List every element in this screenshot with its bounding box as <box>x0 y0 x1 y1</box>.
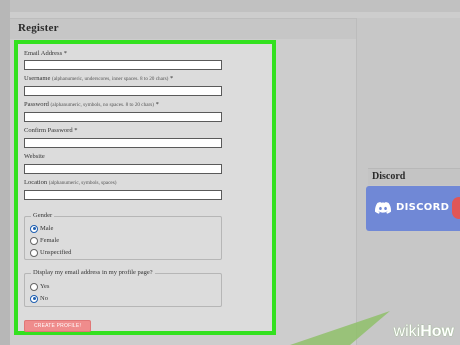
wikihow-leaf-icon <box>290 311 390 345</box>
password-label: Password (alphanumeric, symbols, no spac… <box>24 101 159 108</box>
gender-option-unspecified-label: Unspecified <box>40 249 72 256</box>
discord-online-badge <box>452 197 460 219</box>
username-label-text: Username <box>24 75 51 82</box>
wikihow-wiki: wiki <box>393 323 421 340</box>
username-label: Username (alphanumeric, underscores, inn… <box>24 75 173 82</box>
display-email-option-yes[interactable]: Yes <box>30 282 49 291</box>
gender-option-unspecified[interactable]: Unspecified <box>30 248 71 257</box>
password-field[interactable] <box>24 112 222 122</box>
confirm-password-field[interactable] <box>24 138 222 148</box>
password-required-mark: * <box>155 101 159 108</box>
left-strip <box>0 0 10 345</box>
radio-checked-icon[interactable] <box>30 224 38 233</box>
password-hint: (alphanumeric, symbols, no spaces. 8 to … <box>50 102 154 108</box>
display-email-legend: Display my email address in my profile p… <box>31 269 155 276</box>
display-email-option-no[interactable]: No <box>30 294 48 303</box>
discord-logo-icon <box>375 202 392 214</box>
create-profile-button[interactable]: CREATE PROFILE! <box>24 320 91 332</box>
radio-checked-icon[interactable] <box>30 294 38 303</box>
wikihow-watermark: wikiHow <box>394 323 454 341</box>
top-band <box>0 0 460 12</box>
confirm-password-label-text: Confirm Password <box>24 127 73 134</box>
gender-option-female-label: Female <box>40 237 60 244</box>
display-email-option-yes-label: Yes <box>40 283 50 290</box>
discord-title: Discord <box>372 171 406 182</box>
location-hint: (alphanumeric, symbols, spaces) <box>48 180 117 186</box>
location-label: Location (alphanumeric, symbols, spaces) <box>24 179 116 186</box>
gender-option-male[interactable]: Male <box>30 224 53 233</box>
email-field[interactable] <box>24 60 222 70</box>
register-title: Register <box>18 22 59 34</box>
register-header: Register <box>10 18 356 39</box>
discord-wordmark: DISCORD <box>396 202 450 213</box>
username-hint: (alphanumeric, underscores, inner spaces… <box>51 76 169 82</box>
location-field[interactable] <box>24 190 222 200</box>
display-email-option-no-label: No <box>40 295 48 302</box>
gender-legend: Gender <box>31 212 55 219</box>
confirm-password-required-mark: * <box>74 127 78 134</box>
location-label-text: Location <box>24 179 48 186</box>
radio-icon[interactable] <box>30 282 38 291</box>
website-label: Website <box>24 153 45 160</box>
registration-form: Email Address * Username (alphanumeric, … <box>14 40 276 335</box>
password-label-text: Password <box>24 101 49 108</box>
website-label-text: Website <box>24 153 45 160</box>
gender-option-female[interactable]: Female <box>30 236 59 245</box>
username-required-mark: * <box>170 75 174 82</box>
website-field[interactable] <box>24 164 222 174</box>
gender-option-male-label: Male <box>40 225 54 232</box>
discord-title-bar: Discord <box>368 168 460 185</box>
wikihow-how: How <box>420 323 454 340</box>
radio-icon[interactable] <box>30 248 38 257</box>
radio-icon[interactable] <box>30 236 38 245</box>
email-required-mark: * <box>63 50 67 57</box>
email-label-text: Email Address <box>24 50 63 57</box>
gender-fieldset: Gender Male Female Unspecified <box>24 212 222 260</box>
email-label: Email Address * <box>24 50 67 57</box>
discord-banner[interactable]: DISCORD <box>366 186 460 231</box>
confirm-password-label: Confirm Password * <box>24 127 77 134</box>
username-field[interactable] <box>24 86 222 96</box>
display-email-fieldset: Display my email address in my profile p… <box>24 269 222 307</box>
